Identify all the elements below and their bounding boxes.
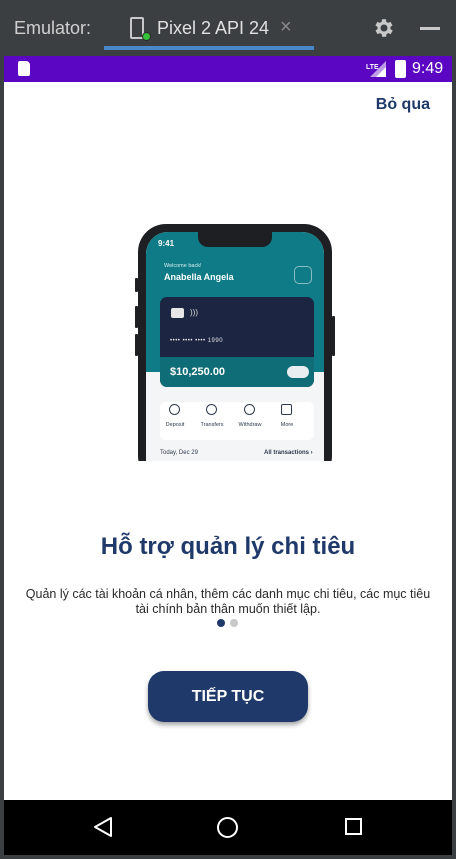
- minimize-icon[interactable]: [420, 27, 440, 30]
- onboarding-illustration: 9:41 Welcome back! Anabella Angela ))) •…: [132, 224, 342, 461]
- device-tab-label: Pixel 2 API 24: [157, 18, 270, 38]
- device-screen: LTE 9:49 Bỏ qua 9:41 Welcome back! Anabe…: [4, 56, 452, 855]
- mock-date-label: Today, Dec 29: [160, 450, 198, 456]
- sd-card-icon: [18, 61, 30, 76]
- phone-screen: 9:41 Welcome back! Anabella Angela ))) •…: [146, 232, 324, 461]
- mock-action-label: Transfers: [200, 422, 224, 428]
- page-dot-active[interactable]: [217, 619, 225, 627]
- mock-time: 9:41: [158, 239, 175, 248]
- mock-action-label: More: [280, 422, 294, 428]
- mock-balance: $10,250.00: [170, 366, 226, 378]
- deposit-icon: [169, 404, 180, 415]
- back-icon[interactable]: [92, 816, 114, 838]
- card-toggle-icon: [287, 366, 309, 378]
- onboarding-description: Quản lý các tài khoản cá nhân, thêm các …: [25, 587, 431, 616]
- skip-button[interactable]: Bỏ qua: [376, 96, 430, 114]
- transfers-icon: [206, 404, 217, 415]
- mock-all-transactions: All transactions ›: [264, 450, 313, 456]
- recent-apps-icon[interactable]: [345, 818, 362, 835]
- phone-mockup: 9:41 Welcome back! Anabella Angela ))) •…: [138, 224, 332, 461]
- more-icon: [281, 404, 292, 415]
- lte-signal-icon: LTE: [366, 61, 386, 77]
- emulator-toolbar: Emulator: Pixel 2 API 24 ×: [0, 0, 456, 56]
- mock-user-name: Anabella Angela: [164, 272, 234, 282]
- status-time: 9:49: [412, 60, 444, 77]
- mock-welcome: Welcome back!: [164, 263, 202, 269]
- status-bar: LTE 9:49: [4, 56, 452, 82]
- page-dot-inactive[interactable]: [230, 619, 238, 627]
- contactless-icon: ))): [190, 308, 198, 317]
- notification-bell-icon: [294, 266, 312, 284]
- device-running-indicator: [142, 32, 151, 41]
- svg-text:LTE: LTE: [366, 64, 379, 71]
- mock-card-number: •••• •••• •••• 1990: [170, 338, 224, 344]
- settings-gear-icon[interactable]: [372, 16, 396, 40]
- active-tab-indicator: [104, 46, 314, 50]
- card-chip-icon: [171, 308, 184, 318]
- home-icon[interactable]: [217, 817, 238, 838]
- battery-icon: [395, 60, 406, 78]
- mock-action-label: Withdraw: [238, 422, 262, 428]
- withdraw-icon: [244, 404, 255, 415]
- onboarding-title: Hỗ trợ quản lý chi tiêu: [100, 533, 356, 560]
- phone-notch: [198, 232, 272, 247]
- mock-action-label: Deposit: [165, 422, 185, 428]
- android-nav-bar: [4, 800, 452, 855]
- continue-button[interactable]: TIẾP TỤC: [148, 671, 308, 722]
- emulator-title: Emulator:: [14, 18, 92, 38]
- tab-close-icon[interactable]: ×: [280, 16, 292, 39]
- phone-side-button: [332, 316, 335, 356]
- emulator-window: Emulator: Pixel 2 API 24 × LTE 9:49 Bỏ q…: [0, 0, 456, 859]
